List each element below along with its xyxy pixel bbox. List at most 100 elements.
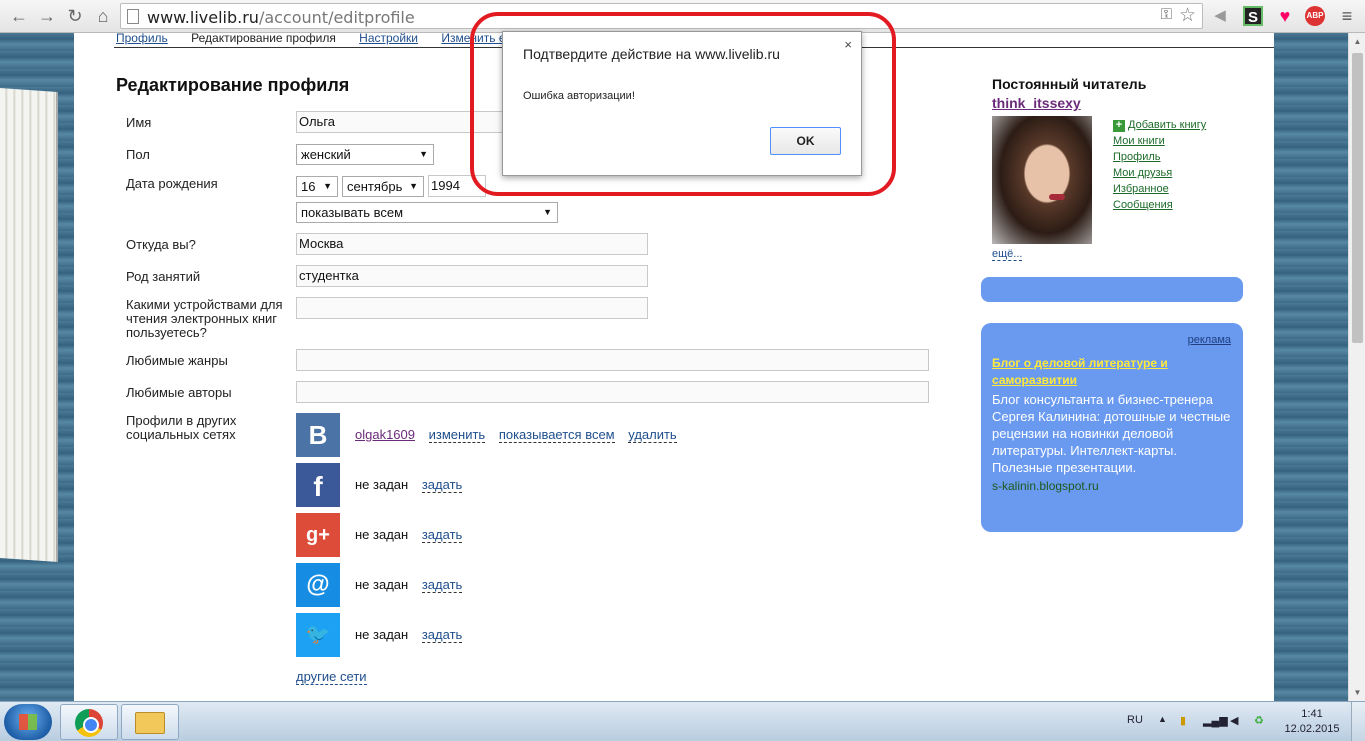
- facebook-icon: f: [296, 463, 340, 507]
- decorative-book: [0, 87, 58, 563]
- occupation-label: Род занятий: [126, 269, 201, 284]
- vk-icon: B: [296, 413, 340, 457]
- bookmark-star-icon[interactable]: ☆: [1179, 4, 1196, 27]
- birth-visibility-select[interactable]: показывать всем ▼: [296, 202, 558, 223]
- gplus-row: не задан задать: [355, 527, 463, 543]
- sidebar-title: Постоянный читатель: [992, 76, 1147, 92]
- add-book-link[interactable]: + Добавить книгу: [1113, 117, 1206, 133]
- birthdate-label: Дата рождения: [126, 176, 218, 191]
- chrome-icon: [75, 709, 103, 737]
- tray-expand-icon[interactable]: ▲: [1158, 714, 1167, 724]
- clock-time: 1:41: [1301, 708, 1323, 720]
- scroll-down-icon[interactable]: ▼: [1349, 684, 1365, 701]
- taskbar: RU ▲ ▮ ▂▄▆ ◀ ♻ 1:41 12.02.2015: [0, 701, 1365, 741]
- taskbar-chrome[interactable]: [60, 704, 118, 740]
- clock[interactable]: 1:41 12.02.2015: [1282, 707, 1342, 737]
- sync-tray-icon[interactable]: ♻: [1254, 714, 1264, 727]
- devices-input[interactable]: [296, 297, 648, 319]
- city-input[interactable]: Москва: [296, 233, 648, 255]
- mailru-row: не задан задать: [355, 577, 463, 593]
- vk-change-link[interactable]: изменить: [428, 427, 486, 443]
- subnav-edit-profile: Редактирование профиля: [191, 31, 336, 45]
- folder-icon: [135, 712, 165, 734]
- windows-logo-icon: [19, 714, 37, 730]
- vk-username-link[interactable]: olgak1609: [355, 427, 415, 442]
- sidebar-blue-bar: [981, 277, 1243, 302]
- gender-select[interactable]: женский ▼: [296, 144, 434, 165]
- my-books-link[interactable]: Мои книги: [1113, 133, 1206, 149]
- gplus-set-link[interactable]: задать: [421, 527, 463, 543]
- adblock-icon[interactable]: ABP: [1305, 6, 1325, 26]
- sidebar-more-link[interactable]: ещё...: [992, 248, 1023, 261]
- facebook-status: не задан: [355, 477, 409, 492]
- network-icon[interactable]: ▂▄▆: [1203, 714, 1228, 727]
- authors-input[interactable]: [296, 381, 929, 403]
- start-button[interactable]: [4, 704, 52, 740]
- birth-day-select[interactable]: 16 ▼: [296, 176, 338, 197]
- ad-box: реклама Блог о деловой литературе и само…: [981, 323, 1243, 532]
- gender-label: Пол: [126, 147, 150, 162]
- home-icon[interactable]: ⌂: [92, 5, 114, 27]
- extension-s-icon[interactable]: S: [1243, 6, 1263, 26]
- vk-visibility-link[interactable]: показывается всем: [498, 427, 615, 443]
- genres-label: Любимые жанры: [126, 353, 228, 368]
- ad-url[interactable]: s-kalinin.blogspot.ru: [992, 479, 1099, 493]
- page-icon: [127, 9, 139, 24]
- gplus-status: не задан: [355, 527, 409, 542]
- volume-icon[interactable]: ◀: [1230, 714, 1238, 727]
- subnav-profile[interactable]: Профиль: [116, 31, 168, 45]
- vk-delete-link[interactable]: удалить: [628, 427, 677, 443]
- other-networks-link[interactable]: другие сети: [296, 669, 367, 685]
- language-indicator[interactable]: RU: [1127, 714, 1143, 726]
- genres-input[interactable]: [296, 349, 929, 371]
- ad-title-link[interactable]: Блог о деловой литературе и саморазвитии: [992, 355, 1232, 389]
- forward-icon[interactable]: →: [36, 5, 58, 27]
- key-icon[interactable]: ⚿: [1161, 6, 1172, 23]
- speaker-icon[interactable]: ◀: [1210, 6, 1230, 26]
- devices-label: Какими устройствами для чтения электронн…: [126, 297, 283, 340]
- plus-icon: +: [1113, 120, 1125, 132]
- sidebar-username-link[interactable]: think_itssexy: [992, 95, 1081, 111]
- clock-date: 12.02.2015: [1284, 723, 1340, 735]
- occupation-input[interactable]: студентка: [296, 265, 648, 287]
- twitter-row: не задан задать: [355, 627, 463, 643]
- url-text[interactable]: www.livelib.ru/account/editprofile: [147, 8, 415, 27]
- chevron-down-icon: ▼: [409, 181, 418, 191]
- mailru-set-link[interactable]: задать: [421, 577, 463, 593]
- reload-icon[interactable]: ↻: [64, 5, 86, 27]
- facebook-set-link[interactable]: задать: [421, 477, 463, 493]
- show-desktop-button[interactable]: [1351, 702, 1365, 741]
- heart-extension-icon[interactable]: ♥: [1275, 6, 1295, 26]
- google-plus-icon: g+: [296, 513, 340, 557]
- scroll-up-icon[interactable]: ▲: [1349, 33, 1365, 50]
- chevron-down-icon: ▼: [543, 207, 552, 217]
- back-icon[interactable]: ←: [8, 5, 30, 27]
- authors-label: Любимые авторы: [126, 385, 232, 400]
- chevron-down-icon: ▼: [419, 149, 428, 159]
- taskbar-explorer[interactable]: [121, 704, 179, 740]
- avatar[interactable]: [992, 116, 1092, 244]
- subnav-settings[interactable]: Настройки: [359, 31, 418, 45]
- dialog-title: Подтвердите действие на www.livelib.ru: [523, 46, 780, 62]
- close-icon[interactable]: ×: [844, 37, 852, 52]
- scroll-thumb[interactable]: [1352, 53, 1363, 343]
- name-label: Имя: [126, 115, 152, 130]
- messages-link[interactable]: Сообщения: [1113, 197, 1206, 213]
- page-scrollbar[interactable]: ▲ ▼: [1348, 33, 1365, 701]
- facebook-row: не задан задать: [355, 477, 463, 493]
- dialog-message: Ошибка авторизации!: [523, 90, 635, 102]
- my-friends-link[interactable]: Мои друзья: [1113, 165, 1206, 181]
- profile-link[interactable]: Профиль: [1113, 149, 1206, 165]
- ad-body: Блог консультанта и бизнес-тренера Серге…: [992, 392, 1231, 475]
- birth-month-select[interactable]: сентябрь ▼: [342, 176, 424, 197]
- favorites-link[interactable]: Избранное: [1113, 181, 1206, 197]
- city-label: Откуда вы?: [126, 237, 196, 252]
- ad-label[interactable]: реклама: [1188, 334, 1231, 346]
- avatar-detail: [1049, 194, 1065, 200]
- menu-icon[interactable]: ≡: [1337, 6, 1357, 26]
- twitter-set-link[interactable]: задать: [421, 627, 463, 643]
- page-title: Редактирование профиля: [116, 75, 350, 95]
- ok-button[interactable]: OK: [770, 127, 841, 155]
- security-tray-icon[interactable]: ▮: [1180, 714, 1186, 727]
- mailru-status: не задан: [355, 577, 409, 592]
